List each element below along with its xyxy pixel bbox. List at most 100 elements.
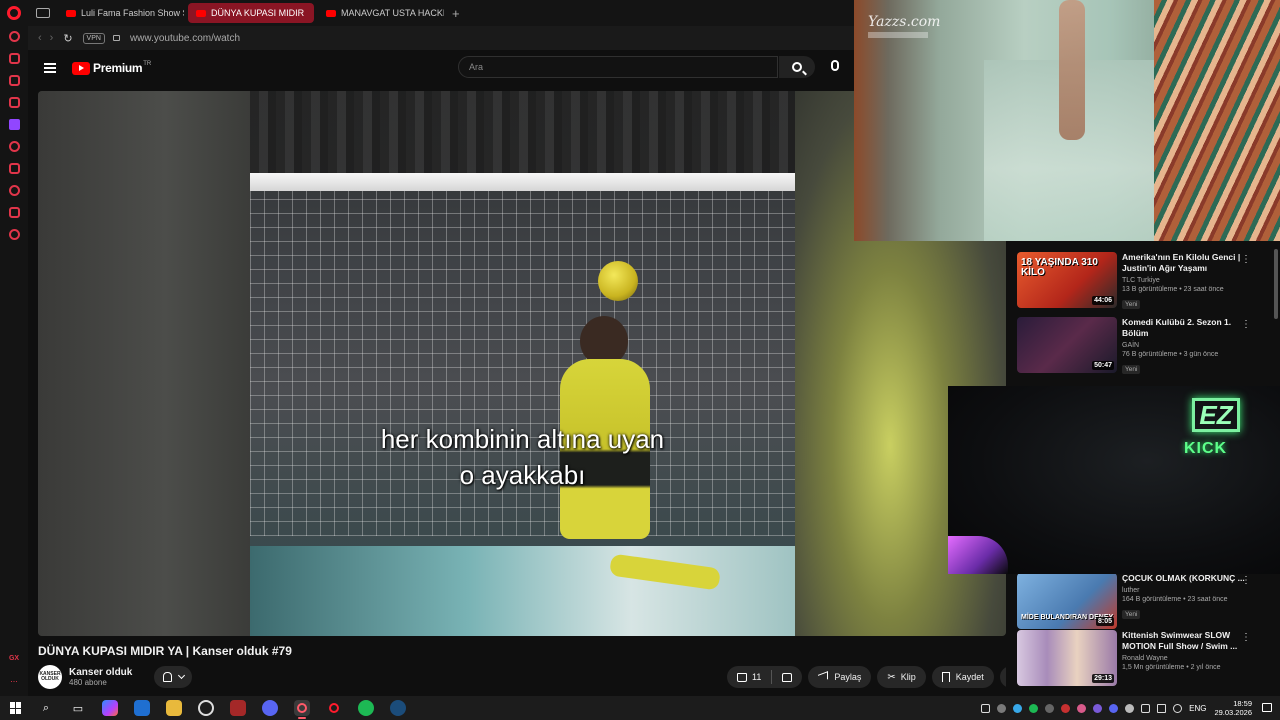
tray-purple-icon[interactable] [1093, 703, 1103, 713]
sidebar-settings-icon[interactable] [8, 229, 20, 240]
lock-icon[interactable] [112, 35, 120, 41]
network-icon[interactable] [1141, 703, 1151, 713]
video-meta: 76 B görüntüleme • 3 gün önce [1122, 351, 1219, 358]
video-title[interactable]: ÇOCUK OLMAK (KORKUNÇ ... [1122, 573, 1250, 584]
discord-icon[interactable] [262, 700, 278, 716]
video-caption: her kombinin altına uyan o ayakkabı [250, 421, 795, 493]
spotify-icon[interactable] [358, 700, 374, 716]
list-item[interactable]: MİDE BULANDIRAN DENEY 8:05 ÇOCUK OLMAK (… [1017, 573, 1277, 631]
share-button[interactable]: Paylaş [808, 666, 872, 688]
file-explorer-icon[interactable] [166, 700, 182, 716]
back-forward-icon[interactable]: ‹› [38, 32, 61, 44]
address-bar: ‹› ↻ VPN www.youtube.com/watch [28, 26, 854, 50]
tab-luli-fama[interactable]: Luli Fama Fashion Show S [58, 3, 184, 23]
clip-button[interactable]: ✂ Klip [877, 666, 926, 688]
tray-spotify-icon[interactable] [1029, 703, 1039, 713]
list-item[interactable]: 18 YAŞINDA 310 KİLO 44:06 Amerika'nın En… [1017, 252, 1277, 310]
tray-red-icon[interactable] [1061, 703, 1071, 713]
dislike-icon[interactable] [782, 672, 793, 682]
sidebar-more-icon[interactable]: ... [10, 674, 18, 684]
volume-icon[interactable] [1173, 703, 1183, 713]
pip-foreground [1154, 0, 1280, 241]
pip-fashion-show[interactable]: Yazzs.com [854, 0, 1280, 241]
opera-icon[interactable] [326, 700, 342, 716]
tab-label: DÜNYA KUPASI MIDIR [211, 8, 305, 18]
video-crossbar [250, 173, 795, 191]
reload-icon[interactable]: ↻ [63, 32, 72, 45]
video-thumbnail[interactable]: MİDE BULANDIRAN DENEY 8:05 [1017, 573, 1117, 629]
channel-row: KANSER OLDUK Kanser olduk 480 abone [38, 664, 193, 690]
keyboard-icon[interactable] [981, 703, 991, 713]
youtube-logo[interactable]: Premium TR [72, 61, 151, 75]
url-field[interactable]: www.youtube.com/watch [130, 33, 240, 44]
workspaces-icon[interactable] [36, 8, 50, 18]
search-input[interactable]: Ara [458, 56, 778, 78]
video-duration: 29:13 [1092, 674, 1114, 683]
microphone-icon[interactable] [831, 60, 839, 71]
battery-icon[interactable] [1157, 703, 1167, 713]
language-indicator[interactable]: ENG [1189, 704, 1206, 713]
like-icon[interactable] [737, 672, 747, 682]
video-title[interactable]: Kittenish Swimwear SLOW MOTION Full Show… [1122, 630, 1250, 652]
video-thumbnail[interactable]: 18 YAŞINDA 310 KİLO 44:06 [1017, 252, 1117, 308]
pip-stream[interactable]: EZ KICK [948, 386, 1280, 574]
youtube-brand: Premium [93, 61, 143, 75]
channel-name[interactable]: Kanser olduk [69, 667, 132, 678]
search-icon[interactable]: ⌕ [38, 700, 54, 716]
task-view-icon[interactable]: ▭ [70, 700, 86, 716]
video-title[interactable]: Komedi Kulübü 2. Sezon 1. Bölüm [1122, 317, 1250, 339]
notification-bell-button[interactable] [154, 666, 193, 688]
more-options-icon[interactable]: ⋮ [1241, 254, 1251, 265]
sidebar-player-icon[interactable] [8, 141, 20, 152]
save-button[interactable]: Kaydet [931, 666, 994, 688]
tray-chevron-icon[interactable] [997, 703, 1007, 713]
list-item[interactable]: 50:47 Komedi Kulübü 2. Sezon 1. Bölüm GA… [1017, 317, 1277, 375]
sidebar-bag-icon[interactable] [8, 53, 20, 64]
video-thumbnail[interactable]: 50:47 [1017, 317, 1117, 373]
microphone-tray-icon[interactable] [1125, 703, 1135, 713]
video-info: Kittenish Swimwear SLOW MOTION Full Show… [1122, 630, 1250, 688]
windows-start-icon[interactable] [10, 702, 22, 714]
like-count[interactable]: 11 [752, 672, 761, 682]
tray-discord-icon[interactable] [1109, 703, 1119, 713]
more-options-icon[interactable]: ⋮ [1241, 319, 1251, 330]
clock-app-icon[interactable] [198, 700, 214, 716]
search-button[interactable] [779, 56, 815, 78]
more-options-icon[interactable]: ⋮ [1241, 575, 1251, 586]
subscriber-count: 480 abone [69, 678, 107, 687]
channel-name[interactable]: luther [1122, 587, 1250, 594]
sidebar-messenger-icon[interactable] [8, 75, 20, 86]
tab-dunya-kupasi[interactable]: DÜNYA KUPASI MIDIR [188, 3, 314, 23]
tab-manavgat[interactable]: MANAVGAT USTA HACKE [318, 3, 444, 23]
sidebar-mail-icon[interactable] [8, 97, 20, 108]
tray-pink-icon[interactable] [1077, 703, 1087, 713]
menu-icon[interactable] [44, 63, 56, 73]
app-red-icon[interactable] [230, 700, 246, 716]
tray-steam-icon[interactable] [1045, 703, 1055, 713]
video-info: Komedi Kulübü 2. Sezon 1. Bölüm GAİN 76 … [1122, 317, 1250, 375]
new-tab-button[interactable]: + [452, 6, 460, 21]
copilot-icon[interactable] [102, 700, 118, 716]
channel-name[interactable]: Ronald Wayne [1122, 655, 1250, 662]
sidebar-extensions-icon[interactable] [8, 207, 20, 218]
more-options-icon[interactable]: ⋮ [1241, 632, 1251, 643]
vpn-badge[interactable]: VPN [82, 32, 105, 44]
video-title[interactable]: Amerika'nın En Kilolu Genci | Justin'in … [1122, 252, 1250, 274]
clock[interactable]: 18:59 29.03.2026 [1214, 699, 1252, 717]
opera-gx-icon[interactable] [294, 700, 310, 719]
video-thumbnail[interactable]: 29:13 [1017, 630, 1117, 686]
sidebar-gx-label[interactable]: GX [9, 655, 19, 662]
opera-logo-icon[interactable] [7, 6, 21, 20]
sidebar-history-icon[interactable] [8, 185, 20, 196]
channel-name[interactable]: TLC Turkiye [1122, 277, 1250, 284]
sidebar-aria-icon[interactable] [8, 31, 20, 42]
channel-avatar[interactable]: KANSER OLDUK [38, 665, 62, 689]
edge-icon[interactable] [134, 700, 150, 716]
channel-name[interactable]: GAİN [1122, 342, 1250, 349]
list-item[interactable]: 29:13 Kittenish Swimwear SLOW MOTION Ful… [1017, 630, 1277, 688]
sidebar-pin-icon[interactable] [8, 163, 20, 174]
notification-icon[interactable] [1262, 703, 1272, 712]
steam-icon[interactable] [390, 700, 406, 716]
telegram-icon[interactable] [1013, 703, 1023, 713]
sidebar-twitch-icon[interactable] [8, 119, 20, 130]
